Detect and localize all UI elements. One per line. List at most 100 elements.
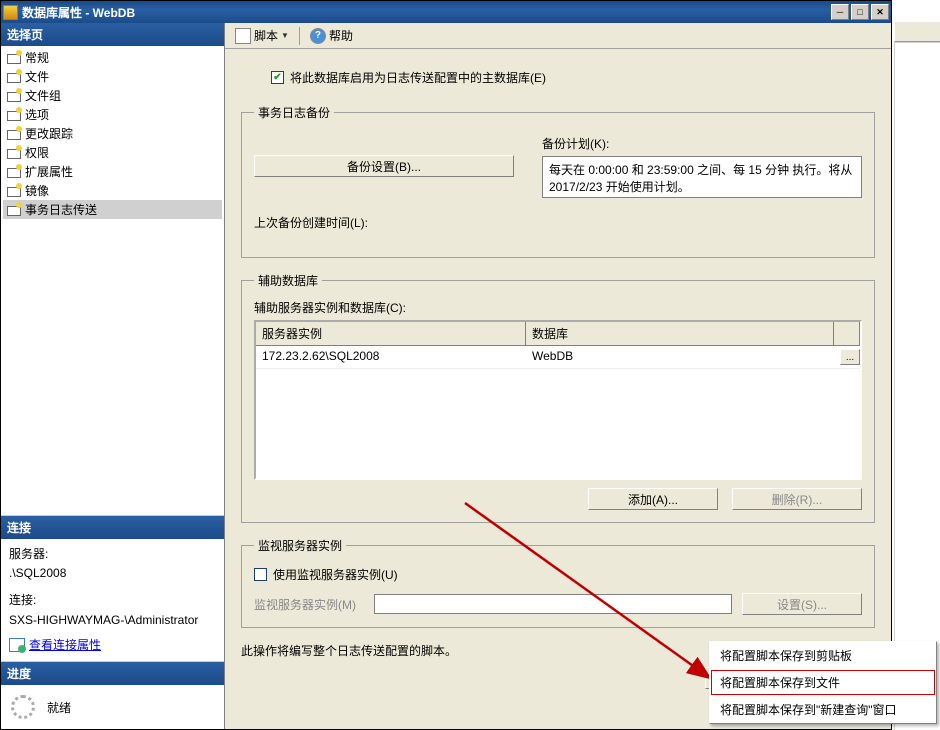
- secondary-btn-row: 添加(A)... 删除(R)...: [254, 488, 862, 510]
- col-server[interactable]: 服务器实例: [256, 322, 526, 345]
- page-icon: [7, 166, 21, 178]
- secondary-group: 辅助数据库 辅助服务器实例和数据库(C): 服务器实例 数据库 172.23.2…: [241, 272, 875, 523]
- col-database[interactable]: 数据库: [526, 322, 834, 345]
- script-dropdown-menu: 将配置脚本保存到剪贴板 将配置脚本保存到文件 将配置脚本保存到"新建查询"窗口: [709, 641, 937, 724]
- nav-filegroups[interactable]: 文件组: [3, 86, 222, 105]
- page-icon: [7, 147, 21, 159]
- backup-row: 备份设置(B)... 备份计划(K): 每天在 0:00:00 和 23:59:…: [254, 135, 862, 198]
- cell-server: 172.23.2.62\SQL2008: [256, 346, 526, 368]
- backup-settings-button[interactable]: 备份设置(B)...: [254, 155, 514, 177]
- use-monitor-row: ✔ 使用监视服务器实例(U): [254, 566, 862, 583]
- help-toolbar-button[interactable]: ? 帮助: [306, 25, 357, 46]
- monitor-legend: 监视服务器实例: [254, 537, 346, 554]
- help-label: 帮助: [329, 27, 353, 44]
- minimize-button[interactable]: ─: [831, 4, 849, 20]
- last-backup-label: 上次备份创建时间(L):: [254, 214, 862, 231]
- cell-action: ...: [834, 346, 860, 368]
- nav-list: 常规 文件 文件组 选项 更改跟踪 权限 扩展属性 镜像 事务日志传送: [1, 46, 224, 515]
- background-toolbar-strip: [894, 22, 940, 42]
- use-monitor-checkbox[interactable]: ✔: [254, 568, 267, 581]
- progress-status: 就绪: [47, 699, 71, 716]
- connection-body: 服务器: .\SQL2008 连接: SXS-HIGHWAYMAG-\Admin…: [1, 539, 224, 661]
- connection-label: 连接:: [9, 591, 216, 610]
- toolbar-separator: [299, 27, 300, 45]
- nav-label: 镜像: [25, 182, 49, 199]
- toolbar: 脚本 ▼ ? 帮助: [225, 23, 891, 49]
- nav-options[interactable]: 选项: [3, 105, 222, 124]
- view-connection-props-link[interactable]: 查看连接属性: [29, 636, 101, 655]
- close-button[interactable]: ✕: [871, 4, 889, 20]
- add-button[interactable]: 添加(A)...: [588, 488, 718, 510]
- main-panel: 脚本 ▼ ? 帮助 ✔ 将此数据库启用为日志传送配置中的主数据库(E) 事务日志…: [225, 23, 891, 729]
- script-toolbar-button[interactable]: 脚本 ▼: [231, 25, 293, 46]
- remove-button: 删除(R)...: [732, 488, 862, 510]
- nav-change-tracking[interactable]: 更改跟踪: [3, 124, 222, 143]
- window-controls: ─ □ ✕: [831, 4, 889, 20]
- page-icon: [7, 109, 21, 121]
- menu-save-file[interactable]: 将配置脚本保存到文件: [710, 669, 936, 696]
- nav-general[interactable]: 常规: [3, 48, 222, 67]
- monitor-settings-button: 设置(S)...: [742, 593, 862, 615]
- nav-label: 扩展属性: [25, 163, 73, 180]
- properties-icon: [9, 638, 25, 652]
- backup-btn-col: 备份设置(B)...: [254, 135, 524, 198]
- schedule-text: 每天在 0:00:00 和 23:59:00 之间、每 15 分钟 执行。将从 …: [542, 156, 862, 198]
- nav-label: 选项: [25, 106, 49, 123]
- nav-permissions[interactable]: 权限: [3, 143, 222, 162]
- maximize-button[interactable]: □: [851, 4, 869, 20]
- backup-legend: 事务日志备份: [254, 104, 334, 121]
- schedule-col: 备份计划(K): 每天在 0:00:00 和 23:59:00 之间、每 15 …: [542, 135, 862, 198]
- connection-panel: 连接 服务器: .\SQL2008 连接: SXS-HIGHWAYMAG-\Ad…: [1, 515, 224, 661]
- cell-db: WebDB: [526, 346, 834, 368]
- db-icon: [3, 5, 18, 20]
- script-label: 脚本: [254, 27, 278, 44]
- nav-files[interactable]: 文件: [3, 67, 222, 86]
- secondary-table: 服务器实例 数据库 172.23.2.62\SQL2008 WebDB ...: [254, 320, 862, 480]
- nav-label: 事务日志传送: [25, 201, 97, 218]
- connection-value: SXS-HIGHWAYMAG-\Administrator: [9, 611, 216, 630]
- page-icon: [7, 90, 21, 102]
- nav-label: 文件组: [25, 87, 61, 104]
- chevron-down-icon: ▼: [281, 31, 289, 40]
- enable-log-shipping-row: ✔ 将此数据库启用为日志传送配置中的主数据库(E): [271, 69, 875, 86]
- monitor-group: 监视服务器实例 ✔ 使用监视服务器实例(U) 监视服务器实例(M) 设置(S).…: [241, 537, 875, 628]
- server-value: .\SQL2008: [9, 564, 216, 583]
- body-area: 选择页 常规 文件 文件组 选项 更改跟踪 权限 扩展属性 镜像 事务日志传送 …: [1, 23, 891, 729]
- backup-group: 事务日志备份 备份设置(B)... 备份计划(K): 每天在 0:00:00 和…: [241, 104, 875, 258]
- table-row[interactable]: 172.23.2.62\SQL2008 WebDB ...: [256, 346, 860, 369]
- nav-label: 更改跟踪: [25, 125, 73, 142]
- progress-panel: 进度 就绪: [1, 661, 224, 729]
- server-label: 服务器:: [9, 545, 216, 564]
- row-ellipsis-button[interactable]: ...: [840, 349, 860, 365]
- connection-header: 连接: [1, 516, 224, 539]
- menu-save-clipboard[interactable]: 将配置脚本保存到剪贴板: [710, 642, 936, 669]
- progress-header: 进度: [1, 662, 224, 685]
- dialog-window: 数据库属性 - WebDB ─ □ ✕ 选择页 常规 文件 文件组 选项 更改跟…: [0, 0, 892, 730]
- enable-log-shipping-label: 将此数据库启用为日志传送配置中的主数据库(E): [290, 69, 546, 86]
- menu-save-query[interactable]: 将配置脚本保存到"新建查询"窗口: [710, 696, 936, 723]
- script-icon: [235, 28, 251, 44]
- help-icon: ?: [310, 28, 326, 44]
- col-action: [834, 322, 860, 345]
- page-icon: [7, 52, 21, 64]
- enable-log-shipping-checkbox[interactable]: ✔: [271, 71, 284, 84]
- monitor-instance-label: 监视服务器实例(M): [254, 596, 364, 613]
- nav-label: 文件: [25, 68, 49, 85]
- page-icon: [7, 204, 21, 216]
- nav-log-shipping[interactable]: 事务日志传送: [3, 200, 222, 219]
- page-icon: [7, 185, 21, 197]
- nav-label: 权限: [25, 144, 49, 161]
- sidebar: 选择页 常规 文件 文件组 选项 更改跟踪 权限 扩展属性 镜像 事务日志传送 …: [1, 23, 225, 729]
- nav-label: 常规: [25, 49, 49, 66]
- page-icon: [7, 71, 21, 83]
- monitor-instance-input[interactable]: [374, 594, 732, 614]
- spinner-icon: [11, 695, 35, 719]
- titlebar: 数据库属性 - WebDB ─ □ ✕: [1, 1, 891, 23]
- nav-extended-props[interactable]: 扩展属性: [3, 162, 222, 181]
- content-area: ✔ 将此数据库启用为日志传送配置中的主数据库(E) 事务日志备份 备份设置(B)…: [225, 49, 891, 729]
- use-monitor-label: 使用监视服务器实例(U): [273, 566, 398, 583]
- table-header: 服务器实例 数据库: [256, 322, 860, 346]
- secondary-legend: 辅助数据库: [254, 272, 322, 289]
- nav-mirroring[interactable]: 镜像: [3, 181, 222, 200]
- page-icon: [7, 128, 21, 140]
